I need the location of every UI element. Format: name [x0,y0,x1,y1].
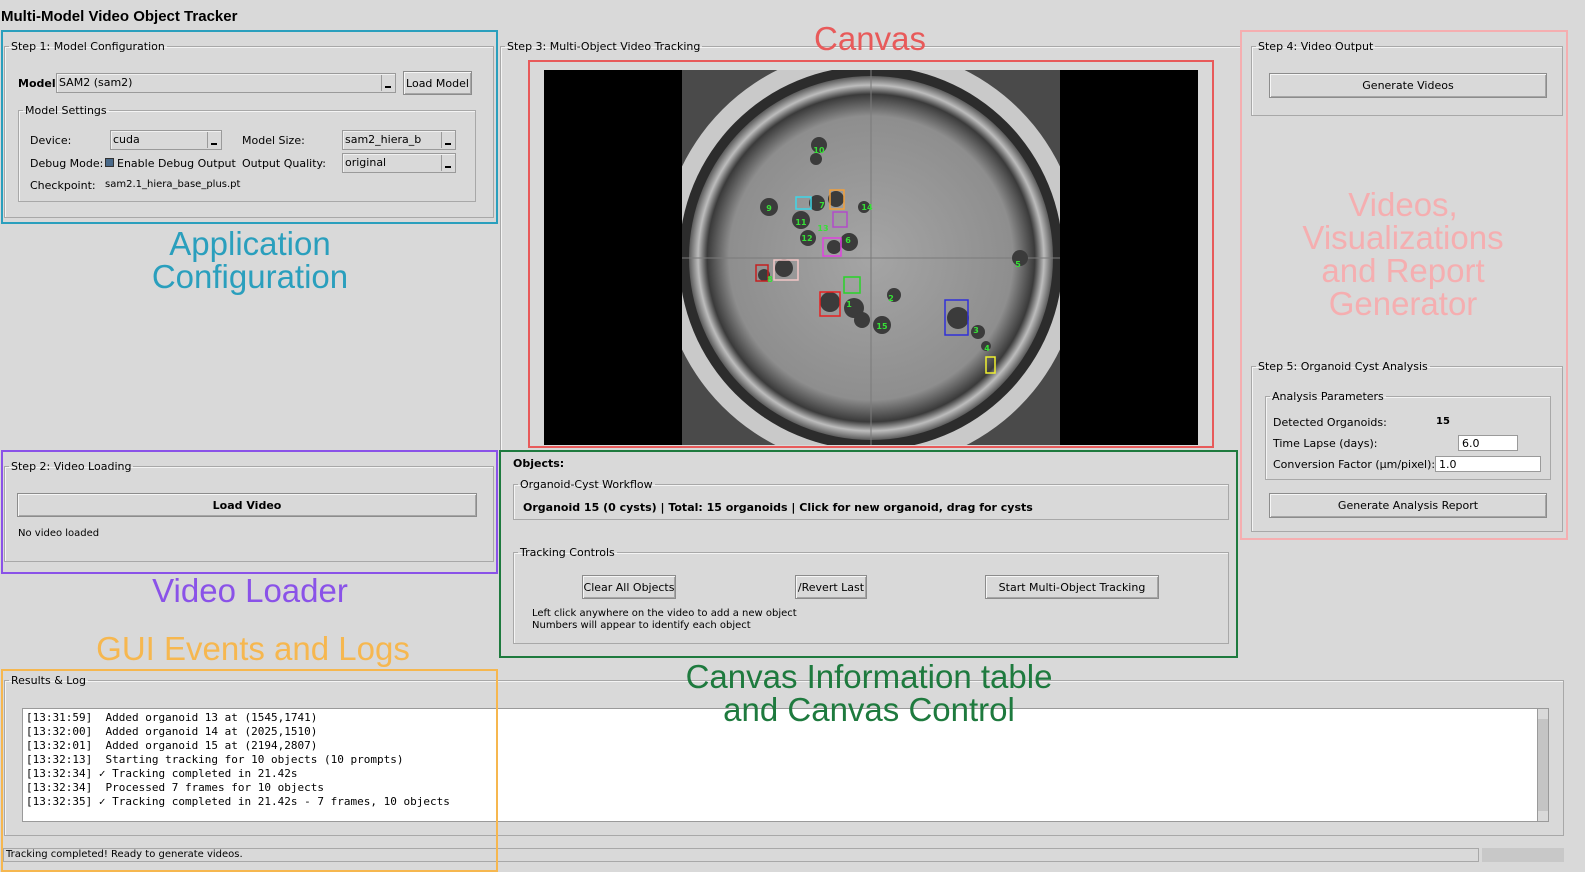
scroll-down-arrow-icon[interactable] [1538,811,1548,821]
annotation-label-loader: Video Loader [152,572,348,609]
annotation-text: Configuration [151,258,349,295]
annotation-box-canvas [528,60,1214,448]
annotation-label-canvas: Canvas [814,20,926,57]
annotation-label-output: Videos, Visualizations and Report Genera… [1250,188,1556,320]
annotation-text: and Report [1321,252,1485,289]
window-title: Multi-Model Video Object Tracker [1,8,238,25]
annotation-text: Visualizations [1302,219,1504,256]
annotation-label-logs: GUI Events and Logs [96,630,410,667]
annotation-text: Generator [1328,285,1478,322]
resize-grip[interactable] [1482,848,1564,862]
annotation-label-config: Application Configuration [100,227,400,293]
step3-legend: Step 3: Multi-Object Video Tracking [507,40,701,53]
annotation-label-info: Canvas Information table and Canvas Cont… [620,660,1118,726]
log-scrollbar[interactable] [1537,708,1549,822]
annotation-box-info [499,450,1238,658]
scroll-up-arrow-icon[interactable] [1538,709,1548,719]
annotation-box-loader [1,450,498,574]
annotation-box-config [1,30,498,224]
annotation-box-logs [1,669,498,872]
annotation-text: Videos, [1348,186,1458,223]
annotation-text: Canvas Information table [685,658,1053,695]
annotation-text: and Canvas Control [723,691,1015,728]
annotation-text: Application [169,225,331,262]
